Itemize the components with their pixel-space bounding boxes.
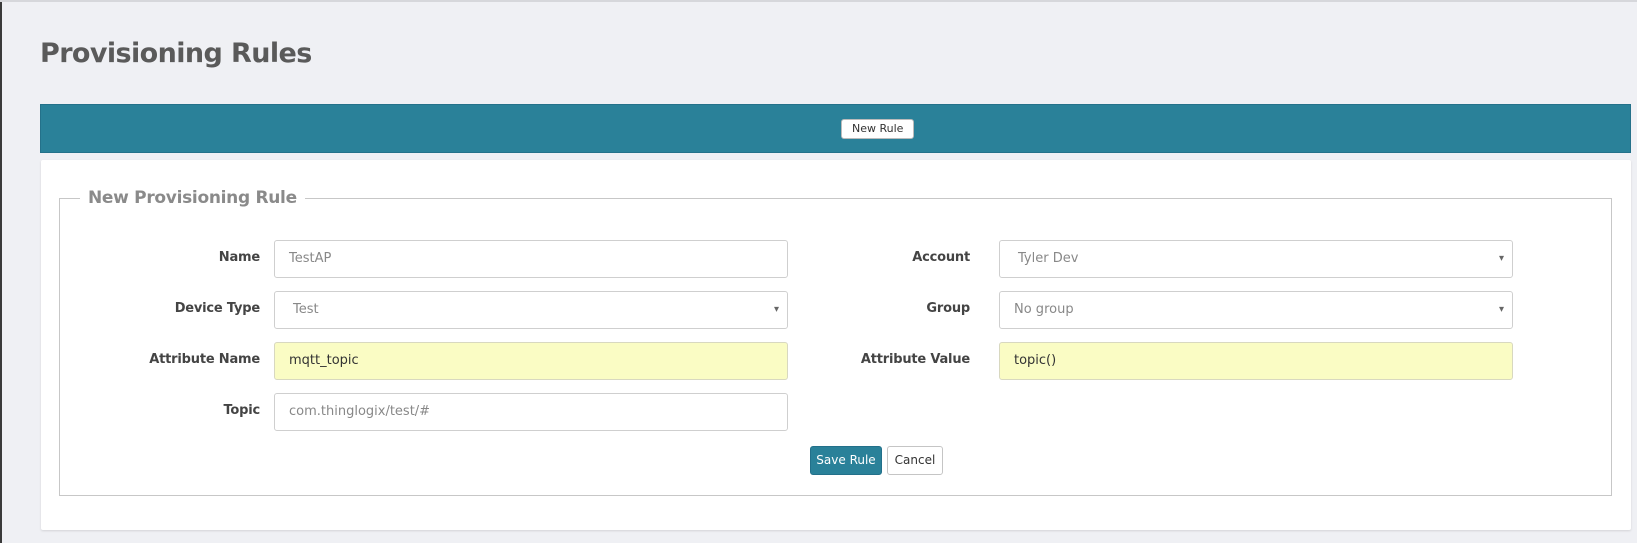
rule-form-panel: New Provisioning Rule Name TestAP Accoun… [41,160,1631,530]
topic-label: Topic [223,403,260,418]
fieldset-legend: New Provisioning Rule [88,188,297,208]
attribute-name-input[interactable]: mqtt_topic [274,342,788,380]
device-type-label: Device Type [174,301,261,316]
attribute-value-input[interactable]: topic() [999,342,1513,380]
group-select-value: No group [1014,302,1074,317]
page-title: Provisioning Rules [40,38,312,69]
device-type-select[interactable]: Test ▾ [274,291,788,329]
name-label: Name [218,250,260,265]
save-rule-button[interactable]: Save Rule [810,446,882,475]
attribute-name-label: Attribute Name [149,352,260,367]
topic-input[interactable]: com.thinglogix/test/# [274,393,788,431]
group-label: Group [926,301,970,316]
chevron-down-icon: ▾ [1498,304,1504,315]
account-label: Account [912,250,970,265]
account-select-value: Tyler Dev [1018,251,1079,266]
account-select[interactable]: Tyler Dev ▾ [999,240,1513,278]
window-left-edge [0,0,2,543]
cancel-button[interactable]: Cancel [887,446,943,475]
rules-toolbar: New Rule [40,104,1631,153]
window-top-edge [0,0,1637,2]
name-input[interactable]: TestAP [274,240,788,278]
new-rule-button[interactable]: New Rule [841,119,915,139]
attribute-value-label: Attribute Value [860,352,970,367]
group-select[interactable]: No group ▾ [999,291,1513,329]
chevron-down-icon: ▾ [1498,253,1504,264]
device-type-select-value: Test [293,302,319,317]
